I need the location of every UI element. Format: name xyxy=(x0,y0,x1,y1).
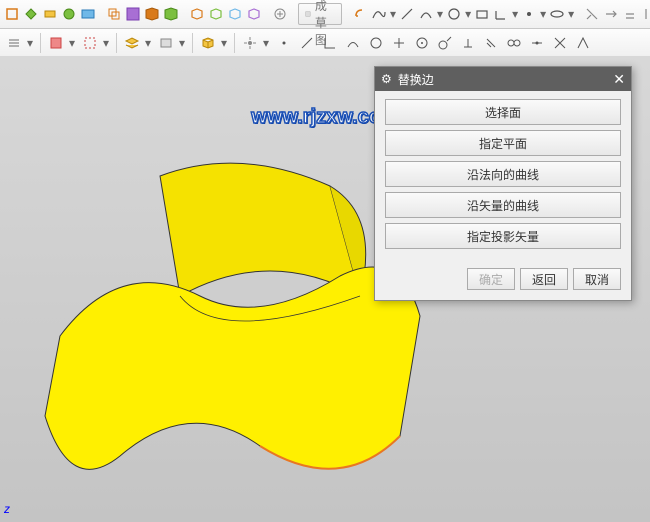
tool-icon-10[interactable] xyxy=(189,4,205,24)
separator xyxy=(234,33,235,53)
dropdown-icon[interactable]: ▾ xyxy=(437,7,443,21)
spline-icon[interactable] xyxy=(371,4,387,24)
separator xyxy=(116,33,117,53)
dropdown-icon[interactable]: ▾ xyxy=(103,36,111,50)
dropdown-icon[interactable]: ▾ xyxy=(568,7,574,21)
tool-icon-3[interactable] xyxy=(42,4,58,24)
dot-icon[interactable] xyxy=(274,33,294,53)
sheet-icon[interactable] xyxy=(156,33,176,53)
cube-icon[interactable] xyxy=(198,33,218,53)
dialog-body: 选择面 指定平面 沿法向的曲线 沿矢量的曲线 指定投影矢量 xyxy=(375,91,631,262)
dropdown-icon[interactable]: ▾ xyxy=(465,7,471,21)
trim-icon[interactable] xyxy=(584,4,600,24)
tool-icon-9[interactable] xyxy=(163,4,179,24)
tool-icon-1[interactable] xyxy=(4,4,20,24)
angle2-icon[interactable] xyxy=(320,33,340,53)
dropdown-icon[interactable]: ▾ xyxy=(263,36,271,50)
angle-icon[interactable] xyxy=(493,4,509,24)
tool-icon-11[interactable] xyxy=(208,4,224,24)
snap-icon[interactable] xyxy=(240,33,260,53)
tool-icon-13[interactable] xyxy=(246,4,262,24)
dropdown-icon[interactable]: ▾ xyxy=(69,36,77,50)
undo-icon[interactable] xyxy=(352,4,368,24)
coinc-icon[interactable] xyxy=(504,33,524,53)
dialog-title-text: 替换边 xyxy=(398,71,434,88)
axis-label-z: z xyxy=(4,502,10,516)
parallel-icon[interactable] xyxy=(481,33,501,53)
tool-icon-2[interactable] xyxy=(23,4,39,24)
tool-icon-6[interactable] xyxy=(106,4,122,24)
extend-icon[interactable] xyxy=(603,4,619,24)
perp-icon[interactable] xyxy=(458,33,478,53)
tool-icon-4[interactable] xyxy=(61,4,77,24)
rect-icon[interactable] xyxy=(474,4,490,24)
tangent-icon[interactable] xyxy=(435,33,455,53)
option-curve-along-vector[interactable]: 沿矢量的曲线 xyxy=(385,192,621,218)
dropdown-icon[interactable]: ▾ xyxy=(27,36,35,50)
toolbar-top: 完成草图 ▾ ▾ ▾ ▾ ▾ ▾ xyxy=(0,0,650,29)
option-specify-plane[interactable]: 指定平面 xyxy=(385,130,621,156)
layer-icon[interactable] xyxy=(122,33,142,53)
dropdown-icon[interactable]: ▾ xyxy=(179,36,187,50)
finish-sketch-button: 完成草图 xyxy=(298,3,342,25)
ok-button: 确定 xyxy=(467,268,515,290)
cancel-button[interactable]: 取消 xyxy=(573,268,621,290)
box-select-icon[interactable] xyxy=(80,33,100,53)
back-button[interactable]: 返回 xyxy=(520,268,568,290)
point-icon[interactable] xyxy=(521,4,537,24)
sketch-icon xyxy=(305,7,311,21)
line-icon[interactable] xyxy=(399,4,415,24)
option-specify-projection-vector[interactable]: 指定投影矢量 xyxy=(385,223,621,249)
offset-icon[interactable] xyxy=(622,4,638,24)
target-icon[interactable] xyxy=(412,33,432,53)
dropdown-icon[interactable]: ▾ xyxy=(221,36,229,50)
intersect-icon[interactable] xyxy=(550,33,570,53)
dialog-titlebar[interactable]: ⚙ 替换边 ✕ xyxy=(375,67,631,91)
ellipse-icon[interactable] xyxy=(549,4,565,24)
curve2-icon[interactable] xyxy=(343,33,363,53)
separator xyxy=(192,33,193,53)
dropdown-icon[interactable]: ▾ xyxy=(145,36,153,50)
midpoint-icon[interactable] xyxy=(527,33,547,53)
vertex-icon[interactable] xyxy=(573,33,593,53)
tool-icon-12[interactable] xyxy=(227,4,243,24)
dropdown-icon[interactable]: ▾ xyxy=(540,7,546,21)
tool-icon-8[interactable] xyxy=(144,4,160,24)
tool-icon-5[interactable] xyxy=(80,4,96,24)
dialog-actions: 确定 返回 取消 xyxy=(375,262,631,300)
dropdown-icon[interactable]: ▾ xyxy=(512,7,518,21)
tool-icon-7[interactable] xyxy=(125,4,141,24)
constraint-icon[interactable] xyxy=(641,4,650,24)
close-icon[interactable]: ✕ xyxy=(613,71,625,88)
circle-icon[interactable] xyxy=(446,4,462,24)
option-curve-along-normal[interactable]: 沿法向的曲线 xyxy=(385,161,621,187)
gear-icon: ⚙ xyxy=(381,72,392,86)
select-icon[interactable] xyxy=(46,33,66,53)
menu-icon[interactable] xyxy=(4,33,24,53)
replace-edge-dialog: ⚙ 替换边 ✕ 选择面 指定平面 沿法向的曲线 沿矢量的曲线 指定投影矢量 确定… xyxy=(374,66,632,301)
line2-icon[interactable] xyxy=(297,33,317,53)
tool-icon-14[interactable] xyxy=(272,4,288,24)
plus-icon[interactable] xyxy=(389,33,409,53)
arc-icon[interactable] xyxy=(418,4,434,24)
separator xyxy=(40,33,41,53)
toolbar-second: ▾ ▾ ▾ ▾ ▾ ▾ ▾ xyxy=(0,29,650,58)
circle2-icon[interactable] xyxy=(366,33,386,53)
dropdown-icon[interactable]: ▾ xyxy=(390,7,396,21)
option-select-face[interactable]: 选择面 xyxy=(385,99,621,125)
